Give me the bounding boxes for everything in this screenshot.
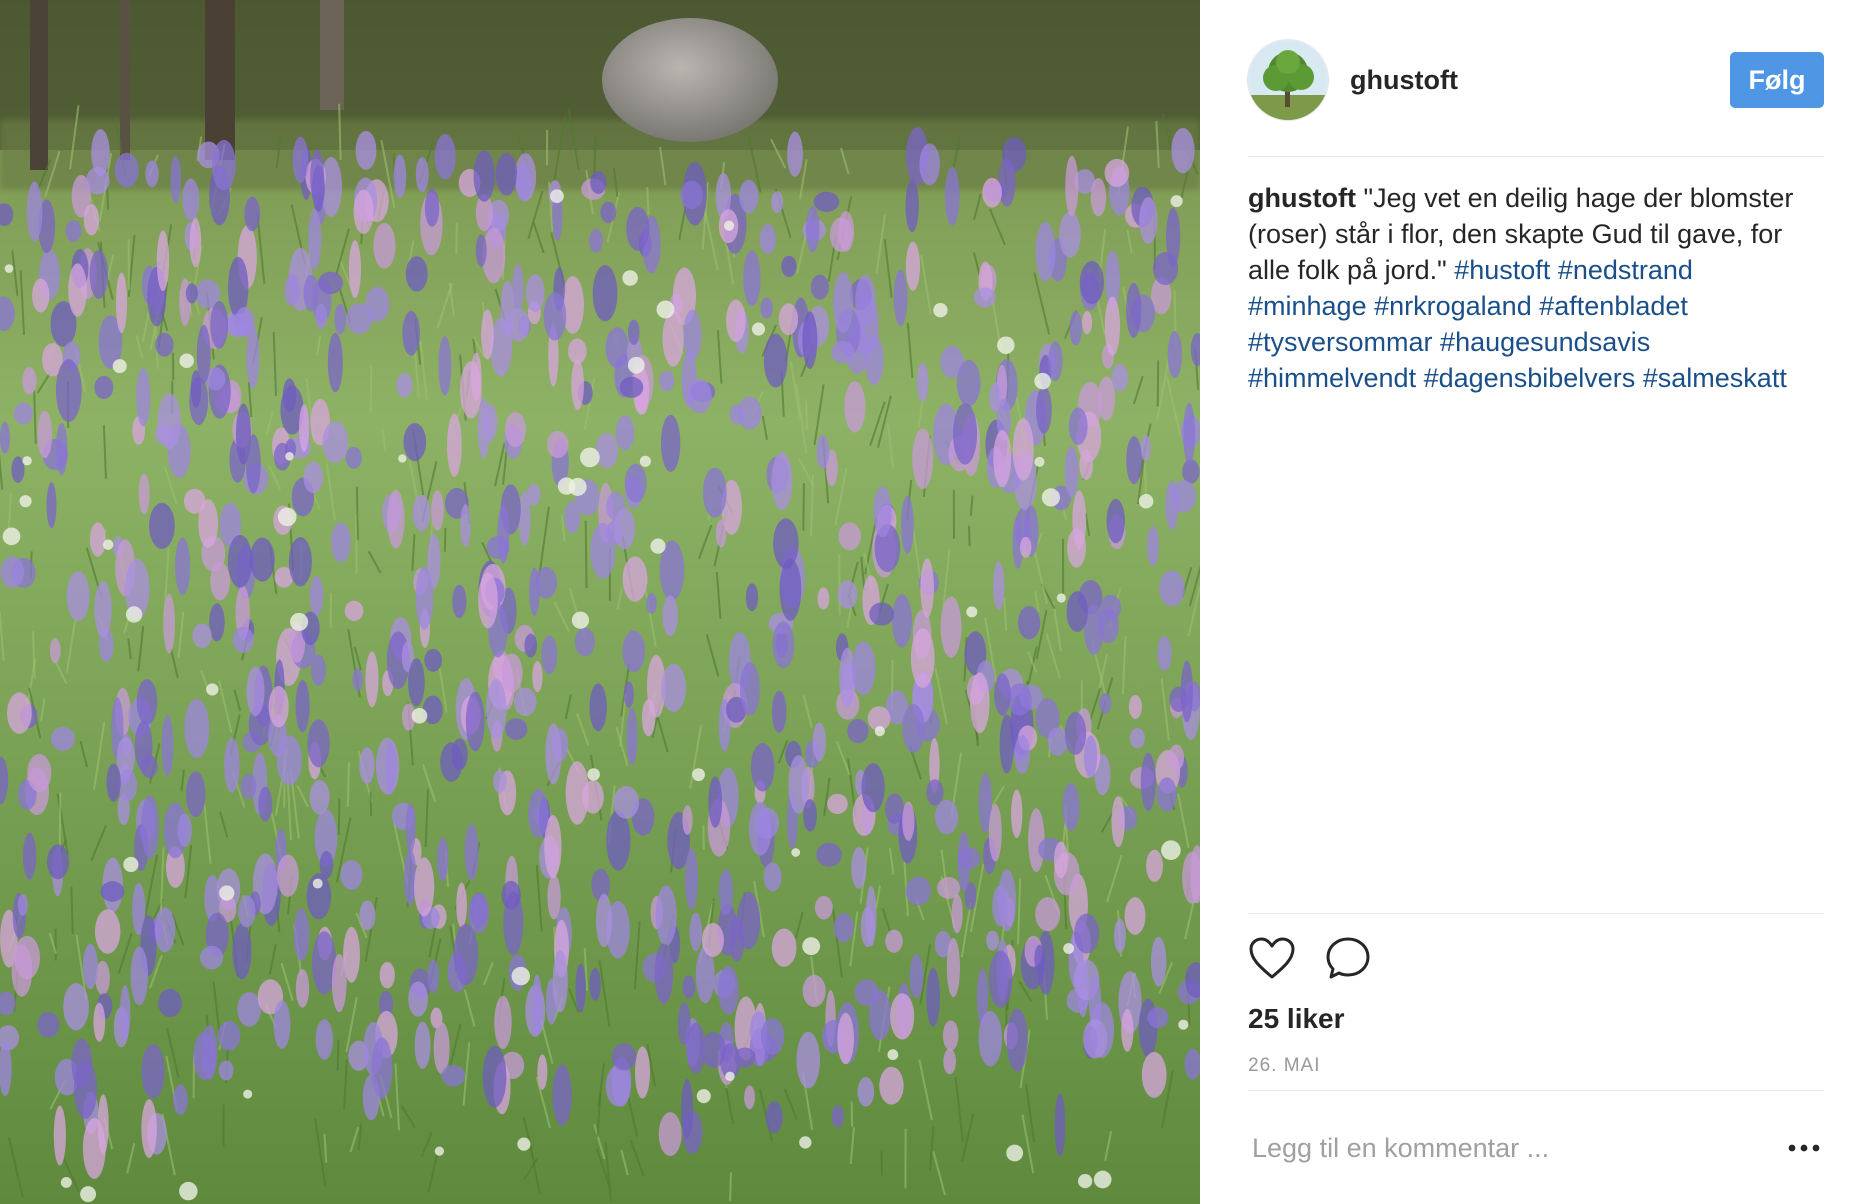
- hashtag-link[interactable]: #nrkrogaland: [1374, 291, 1532, 321]
- instagram-post: ghustoft Følg ghustoft "Jeg vet en deili…: [0, 0, 1868, 1204]
- post-date: 26. MAI: [1248, 1055, 1321, 1076]
- follow-button[interactable]: Følg: [1730, 52, 1824, 108]
- post-photo[interactable]: [0, 0, 1200, 1204]
- username[interactable]: ghustoft: [1350, 65, 1458, 96]
- divider: [1248, 1090, 1824, 1091]
- comment-input[interactable]: [1248, 1132, 1752, 1164]
- flower-meadow-image: [0, 0, 1200, 1204]
- comment-row: [1248, 1112, 1824, 1184]
- divider: [1248, 156, 1824, 157]
- divider: [1248, 913, 1824, 914]
- action-bar: [1248, 935, 1372, 981]
- caption: ghustoft "Jeg vet en deilig hage der blo…: [1248, 180, 1808, 396]
- caption-username[interactable]: ghustoft: [1248, 183, 1356, 213]
- hashtag-link[interactable]: #himmelvendt: [1248, 363, 1416, 393]
- hashtag-link[interactable]: #aftenbladet: [1539, 291, 1688, 321]
- hashtag-link[interactable]: #minhage: [1248, 291, 1367, 321]
- hashtag-link[interactable]: #tysversommar: [1248, 327, 1433, 357]
- hashtag-link[interactable]: #salmeskatt: [1643, 363, 1787, 393]
- like-count[interactable]: 25 liker: [1248, 1003, 1345, 1035]
- post-sidebar: ghustoft Følg ghustoft "Jeg vet en deili…: [1200, 0, 1868, 1204]
- ellipsis-icon[interactable]: [1784, 1133, 1824, 1163]
- hashtag-link[interactable]: #nedstrand: [1558, 255, 1693, 285]
- heart-icon[interactable]: [1248, 936, 1296, 980]
- tree-avatar-icon: [1248, 40, 1328, 120]
- avatar[interactable]: [1248, 40, 1328, 120]
- speech-bubble-icon[interactable]: [1324, 935, 1372, 981]
- hashtag-link[interactable]: #dagensbibelvers: [1424, 363, 1636, 393]
- hashtag-link[interactable]: #haugesundsavis: [1440, 327, 1650, 357]
- post-header: ghustoft Følg: [1248, 40, 1824, 120]
- hashtag-link[interactable]: #hustoft: [1454, 255, 1550, 285]
